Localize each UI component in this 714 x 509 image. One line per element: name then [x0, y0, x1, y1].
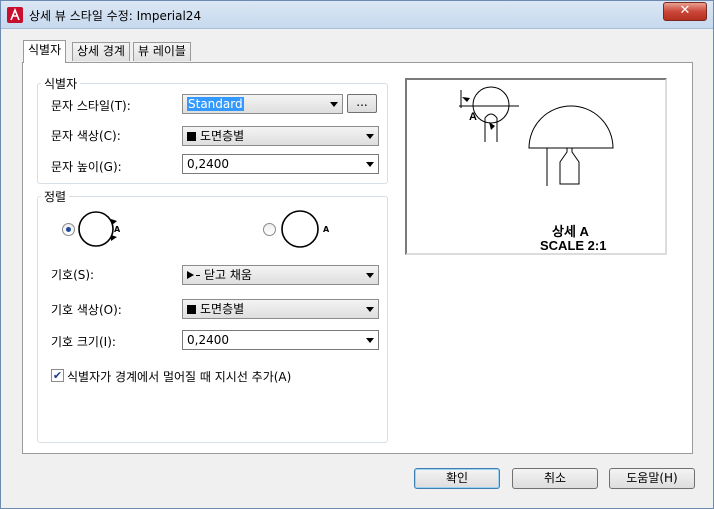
text-style-select[interactable]: Standard: [182, 94, 343, 114]
dash-icon: [196, 275, 200, 276]
text-color-value: 도면층별: [200, 129, 245, 143]
symbol-option-a-radio[interactable]: [62, 223, 75, 236]
text-style-label: 문자 스타일(T):: [51, 99, 131, 113]
symbol-color-label: 기호 색상(O):: [51, 303, 122, 317]
symbol-color-value: 도면층별: [200, 302, 245, 316]
symbol-circle-plain-icon: [281, 210, 319, 248]
chevron-down-icon: [366, 307, 374, 312]
text-height-value: 0,2400: [187, 157, 229, 171]
chevron-down-icon: [330, 102, 338, 107]
symbol-size-value: 0,2400: [187, 333, 229, 347]
preview-drawing: [459, 86, 614, 186]
preview-caption-line2: SCALE 2:1: [540, 238, 607, 253]
arrangement-group-label: 정렬: [41, 188, 70, 205]
text-color-select[interactable]: 도면층별: [182, 126, 379, 146]
filled-arrow-icon: [187, 271, 194, 279]
text-height-input[interactable]: 0,2400: [182, 154, 379, 174]
symbol-option-a-letter: A: [114, 225, 121, 234]
text-style-value: Standard: [187, 97, 244, 111]
chevron-down-icon: [366, 338, 374, 343]
color-swatch-icon: [187, 305, 196, 314]
leader-checkbox-label: 식별자가 경계에서 멀어질 때 지시선 추가(A): [67, 370, 292, 384]
identifier-group-label: 식별자: [41, 75, 81, 92]
color-swatch-icon: [187, 132, 196, 141]
preview-identifier-letter: A: [469, 111, 477, 123]
text-height-label: 문자 높이(G):: [51, 160, 122, 174]
symbol-color-select[interactable]: 도면층별: [182, 299, 379, 319]
text-color-label: 문자 색상(C):: [51, 129, 121, 143]
chevron-down-icon: [366, 162, 374, 167]
symbol-size-input[interactable]: 0,2400: [182, 330, 379, 350]
dialog-window: 상세 뷰 스타일 수정: Imperial24 ✕ 식별자 상세 경계 뷰 레이…: [0, 0, 714, 509]
symbol-option-b-letter: A: [323, 225, 330, 234]
symbol-size-label: 기호 크기(I):: [51, 335, 116, 349]
chevron-down-icon: [366, 134, 374, 139]
symbol-value: 닫고 채움: [204, 268, 252, 282]
symbol-label: 기호(S):: [51, 268, 95, 282]
symbol-option-b-radio[interactable]: [263, 223, 276, 236]
preview-pane: A 상세 A SCALE 2:1: [405, 78, 667, 255]
text-style-browse-button[interactable]: ...: [347, 94, 377, 113]
symbol-select[interactable]: 닫고 채움: [182, 265, 379, 285]
chevron-down-icon: [366, 273, 374, 278]
leader-checkbox[interactable]: ✔: [51, 369, 64, 382]
